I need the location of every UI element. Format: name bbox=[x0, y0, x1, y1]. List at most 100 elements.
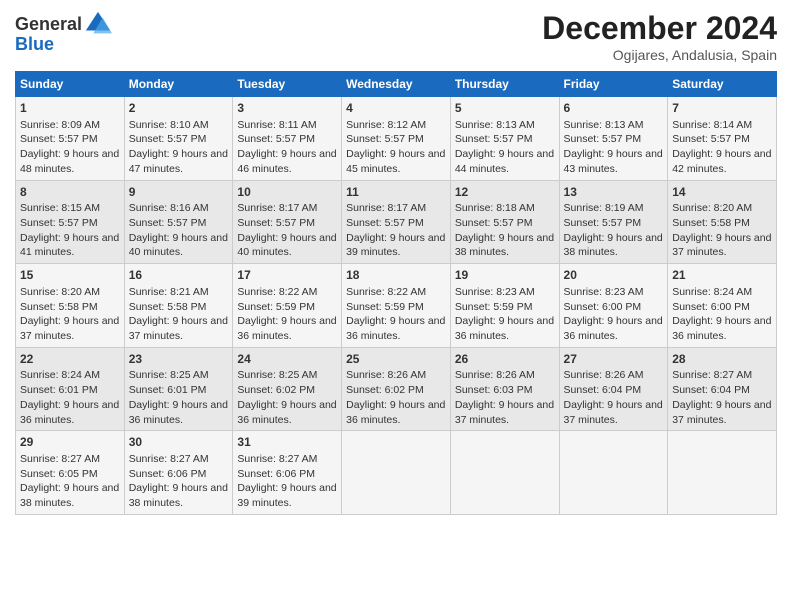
calendar-cell: 18Sunrise: 8:22 AMSunset: 5:59 PMDayligh… bbox=[342, 264, 451, 348]
calendar-row: 8Sunrise: 8:15 AM Sunset: 5:57 PM Daylight… bbox=[16, 180, 777, 264]
sunrise-text: Sunrise: 8:17 AM bbox=[237, 202, 317, 214]
calendar-cell: 16Sunrise: 8:21 AMSunset: 5:58 PMDayligh… bbox=[124, 264, 233, 348]
day-number: 9 bbox=[129, 184, 229, 201]
sunrise-text: Sunrise: 8:27 AM bbox=[237, 453, 317, 465]
sunrise-text: Sunrise: 8:17 AM bbox=[346, 202, 426, 214]
sunset-text: Sunset: 6:04 PM bbox=[672, 384, 750, 396]
sunrise-text: Sunrise: 8:11 AM bbox=[237, 119, 316, 131]
daylight-text: Daylight: 9 hours and 36 minutes. bbox=[346, 315, 445, 342]
sunset-text: Sunset: 5:59 PM bbox=[455, 301, 533, 313]
sunrise-text: Sunrise: 8:26 AM bbox=[346, 369, 426, 381]
daylight-text: Daylight: 9 hours and 48 minutes. bbox=[20, 148, 119, 175]
day-number: 12 bbox=[455, 184, 555, 201]
calendar-cell: 22Sunrise: 8:24 AMSunset: 6:01 PMDayligh… bbox=[16, 347, 125, 431]
calendar-cell: 13Sunrise: 8:19 AMSunset: 5:57 PMDayligh… bbox=[559, 180, 668, 264]
page-header: General Blue December 2024 Ogijares, And… bbox=[15, 10, 777, 63]
daylight-text: Daylight: 9 hours and 37 minutes. bbox=[129, 315, 228, 342]
calendar-cell: 29 Sunrise: 8:27 AM Sunset: 6:05 PM Dayligh… bbox=[16, 431, 125, 515]
sunset-text: Sunset: 5:57 PM bbox=[564, 133, 642, 145]
day-number: 6 bbox=[564, 100, 664, 117]
calendar-cell: 9Sunrise: 8:16 AMSunset: 5:57 PMDaylight… bbox=[124, 180, 233, 264]
day-number: 16 bbox=[129, 267, 229, 284]
sunset-text: Sunset: 5:58 PM bbox=[672, 217, 750, 229]
sunset-text: Sunset: 5:59 PM bbox=[346, 301, 424, 313]
daylight-text: Daylight: 9 hours and 37 minutes. bbox=[455, 399, 554, 426]
calendar-cell: 11Sunrise: 8:17 AM Sunset: 5:57 PM Dayligh… bbox=[342, 180, 451, 264]
daylight-text: Daylight: 9 hours and 47 minutes. bbox=[129, 148, 228, 175]
calendar-cell: 7Sunrise: 8:14 AMSunset: 5:57 PMDaylight… bbox=[668, 97, 777, 181]
sunset-text: Sunset: 6:03 PM bbox=[455, 384, 533, 396]
calendar-cell: 4Sunrise: 8:12 AMSunset: 5:57 PMDaylight… bbox=[342, 97, 451, 181]
day-number: 27 bbox=[564, 351, 664, 368]
sunrise-text: Sunrise: 8:20 AM bbox=[672, 202, 752, 214]
sunset-text: Sunset: 6:02 PM bbox=[346, 384, 424, 396]
calendar-table: Sunday Monday Tuesday Wednesday Thursday… bbox=[15, 71, 777, 515]
sunset-text: Sunset: 6:00 PM bbox=[564, 301, 642, 313]
sunset-text: Sunset: 6:05 PM bbox=[20, 468, 98, 480]
calendar-row: 15 Sunrise: 8:20 AM Sunset: 5:58 PM Dayligh… bbox=[16, 264, 777, 348]
sunset-text: Sunset: 5:57 PM bbox=[672, 133, 750, 145]
sunset-text: Sunset: 5:57 PM bbox=[129, 217, 207, 229]
calendar-cell: 27Sunrise: 8:26 AMSunset: 6:04 PMDayligh… bbox=[559, 347, 668, 431]
day-number: 28 bbox=[672, 351, 772, 368]
sunrise-text: Sunrise: 8:24 AM bbox=[672, 286, 752, 298]
calendar-cell: 28Sunrise: 8:27 AMSunset: 6:04 PMDayligh… bbox=[668, 347, 777, 431]
sunrise-text: Sunrise: 8:27 AM bbox=[20, 453, 100, 465]
day-number: 18 bbox=[346, 267, 446, 284]
day-number: 29 bbox=[20, 434, 120, 451]
sunset-text: Sunset: 6:01 PM bbox=[129, 384, 207, 396]
sunset-text: Sunset: 5:57 PM bbox=[346, 217, 424, 229]
sunrise-text: Sunrise: 8:13 AM bbox=[564, 119, 644, 131]
daylight-text: Daylight: 9 hours and 37 minutes. bbox=[20, 315, 119, 342]
calendar-row: 29 Sunrise: 8:27 AM Sunset: 6:05 PM Dayligh… bbox=[16, 431, 777, 515]
daylight-text: Daylight: 9 hours and 39 minutes. bbox=[346, 232, 445, 259]
daylight-text: Daylight: 9 hours and 36 minutes. bbox=[564, 315, 663, 342]
daylight-text: Daylight: 9 hours and 43 minutes. bbox=[564, 148, 663, 175]
calendar-cell: 31Sunrise: 8:27 AMSunset: 6:06 PMDayligh… bbox=[233, 431, 342, 515]
day-number: 25 bbox=[346, 351, 446, 368]
calendar-cell bbox=[668, 431, 777, 515]
col-thursday: Thursday bbox=[450, 72, 559, 97]
daylight-text: Daylight: 9 hours and 41 minutes. bbox=[20, 232, 119, 259]
day-number: 26 bbox=[455, 351, 555, 368]
sunrise-text: Sunrise: 8:15 AM bbox=[20, 202, 100, 214]
calendar-cell: 15 Sunrise: 8:20 AM Sunset: 5:58 PM Dayligh… bbox=[16, 264, 125, 348]
sunrise-text: Sunrise: 8:24 AM bbox=[20, 369, 100, 381]
day-number: 11 bbox=[346, 184, 446, 201]
daylight-text: Daylight: 9 hours and 36 minutes. bbox=[20, 399, 119, 426]
daylight-text: Daylight: 9 hours and 39 minutes. bbox=[237, 482, 336, 509]
col-wednesday: Wednesday bbox=[342, 72, 451, 97]
daylight-text: Daylight: 9 hours and 44 minutes. bbox=[455, 148, 554, 175]
day-number: 8 bbox=[20, 184, 120, 201]
daylight-text: Daylight: 9 hours and 38 minutes. bbox=[564, 232, 663, 259]
calendar-row: 1Sunrise: 8:09 AMSunset: 5:57 PMDaylight… bbox=[16, 97, 777, 181]
calendar-cell: 25Sunrise: 8:26 AMSunset: 6:02 PMDayligh… bbox=[342, 347, 451, 431]
sunrise-text: Sunrise: 8:21 AM bbox=[129, 286, 209, 298]
sunrise-text: Sunrise: 8:20 AM bbox=[20, 286, 100, 298]
sunrise-text: Sunrise: 8:19 AM bbox=[564, 202, 644, 214]
sunrise-text: Sunrise: 8:16 AM bbox=[129, 202, 209, 214]
day-number: 15 bbox=[20, 267, 120, 284]
day-number: 31 bbox=[237, 434, 337, 451]
sunset-text: Sunset: 5:57 PM bbox=[346, 133, 424, 145]
sunrise-text: Sunrise: 8:26 AM bbox=[564, 369, 644, 381]
calendar-header-row: Sunday Monday Tuesday Wednesday Thursday… bbox=[16, 72, 777, 97]
col-monday: Monday bbox=[124, 72, 233, 97]
calendar-cell: 5Sunrise: 8:13 AMSunset: 5:57 PMDaylight… bbox=[450, 97, 559, 181]
day-number: 4 bbox=[346, 100, 446, 117]
daylight-text: Daylight: 9 hours and 38 minutes. bbox=[20, 482, 119, 509]
day-number: 2 bbox=[129, 100, 229, 117]
sunset-text: Sunset: 5:57 PM bbox=[20, 133, 98, 145]
calendar-cell: 14Sunrise: 8:20 AMSunset: 5:58 PMDayligh… bbox=[668, 180, 777, 264]
sunset-text: Sunset: 5:57 PM bbox=[237, 133, 315, 145]
sunrise-text: Sunrise: 8:23 AM bbox=[455, 286, 535, 298]
sunset-text: Sunset: 5:58 PM bbox=[20, 301, 98, 313]
sunset-text: Sunset: 6:01 PM bbox=[20, 384, 98, 396]
calendar-cell: 10Sunrise: 8:17 AMSunset: 5:57 PMDayligh… bbox=[233, 180, 342, 264]
day-number: 17 bbox=[237, 267, 337, 284]
col-sunday: Sunday bbox=[16, 72, 125, 97]
col-saturday: Saturday bbox=[668, 72, 777, 97]
sunrise-text: Sunrise: 8:18 AM bbox=[455, 202, 535, 214]
calendar-cell: 21Sunrise: 8:24 AMSunset: 6:00 PMDayligh… bbox=[668, 264, 777, 348]
calendar-cell: 2Sunrise: 8:10 AMSunset: 5:57 PMDaylight… bbox=[124, 97, 233, 181]
